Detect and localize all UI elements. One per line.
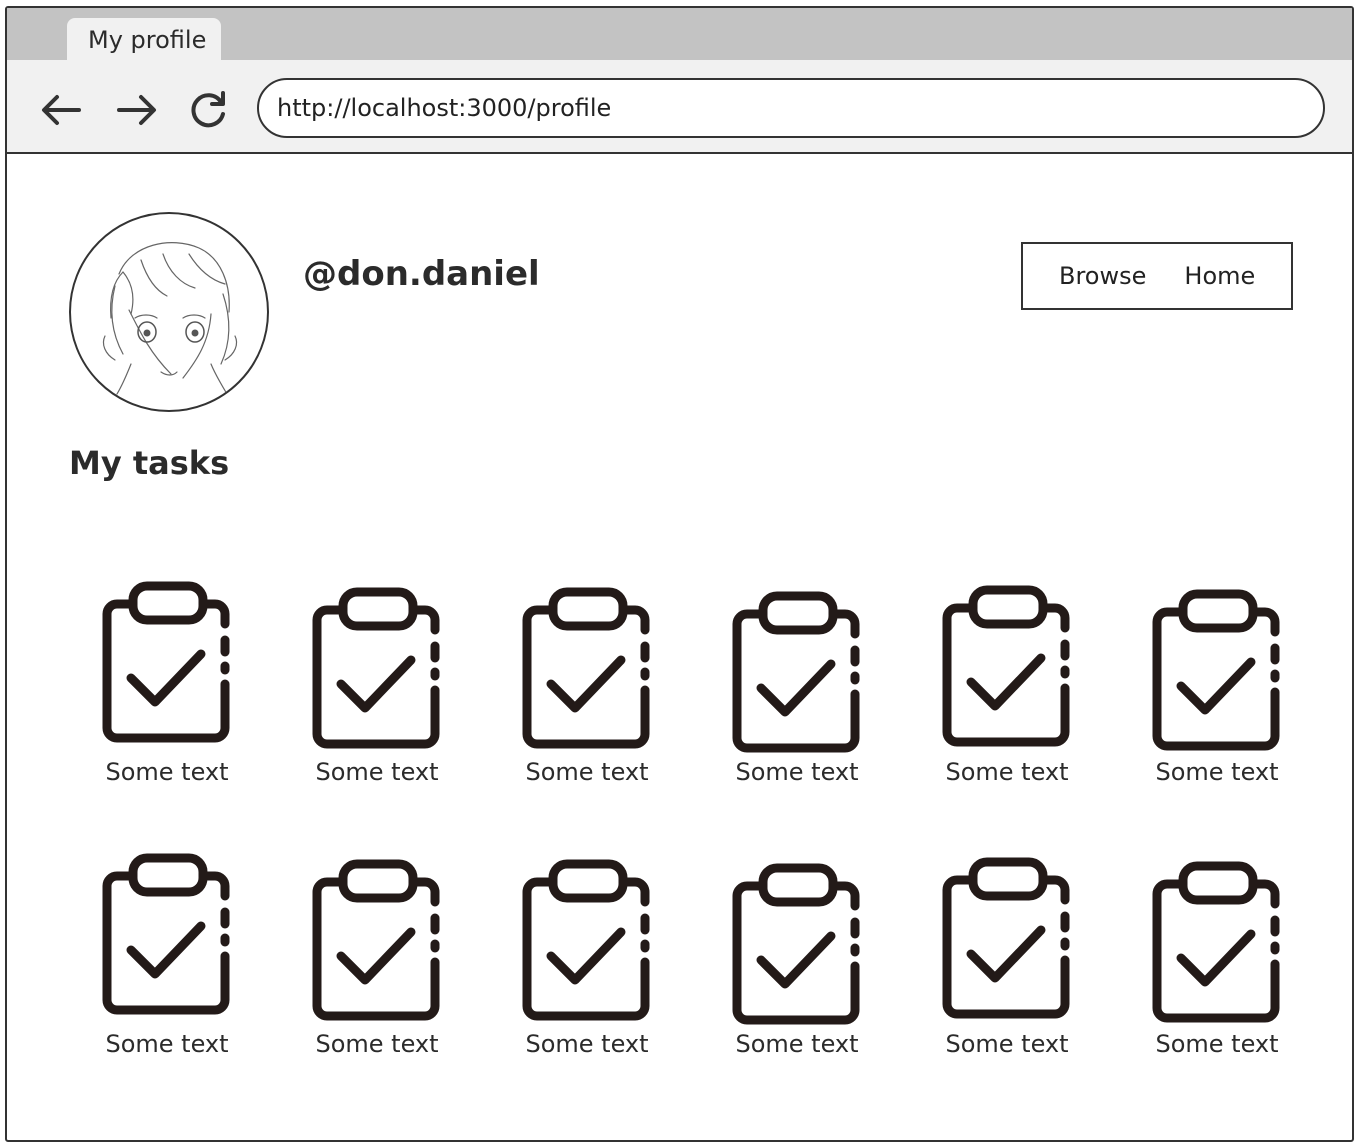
clipboard-check-icon bbox=[102, 581, 230, 743]
task-label: Some text bbox=[1155, 758, 1279, 786]
task-item[interactable]: Some text bbox=[927, 584, 1087, 804]
task-item[interactable]: Some text bbox=[1137, 588, 1297, 808]
task-item[interactable]: Some text bbox=[507, 586, 667, 806]
browser-window: My profile http://localhost:3000/profile bbox=[5, 6, 1354, 1142]
clipboard-check-icon bbox=[1152, 861, 1280, 1023]
reload-icon bbox=[191, 91, 225, 128]
reload-button[interactable] bbox=[185, 88, 233, 132]
task-label: Some text bbox=[105, 1030, 229, 1058]
avatar bbox=[69, 212, 269, 412]
clipboard-check-icon bbox=[312, 859, 440, 1021]
task-label: Some text bbox=[525, 758, 649, 786]
forward-button[interactable] bbox=[113, 88, 161, 132]
task-item[interactable]: Some text bbox=[87, 580, 247, 800]
task-label: Some text bbox=[525, 1030, 649, 1058]
task-label: Some text bbox=[735, 1030, 859, 1058]
back-button[interactable] bbox=[37, 88, 85, 132]
task-item[interactable]: Some text bbox=[507, 858, 667, 1078]
clipboard-check-icon bbox=[732, 863, 860, 1025]
task-label: Some text bbox=[1155, 1030, 1279, 1058]
profile-username: @don.daniel bbox=[303, 254, 540, 294]
clipboard-check-icon bbox=[942, 585, 1070, 747]
task-label: Some text bbox=[945, 758, 1069, 786]
nav-browse-link[interactable]: Browse bbox=[1059, 262, 1146, 290]
browser-toolbar: http://localhost:3000/profile bbox=[7, 60, 1352, 154]
clipboard-check-icon bbox=[522, 587, 650, 749]
task-item[interactable]: Some text bbox=[717, 862, 877, 1082]
task-item[interactable]: Some text bbox=[717, 590, 877, 810]
task-label: Some text bbox=[735, 758, 859, 786]
arrow-left-icon bbox=[42, 95, 81, 125]
task-item[interactable]: Some text bbox=[297, 858, 457, 1078]
clipboard-check-icon bbox=[522, 859, 650, 1021]
task-item[interactable]: Some text bbox=[927, 856, 1087, 1076]
clipboard-check-icon bbox=[732, 591, 860, 753]
nav-home-link[interactable]: Home bbox=[1184, 262, 1255, 290]
task-item[interactable]: Some text bbox=[87, 852, 247, 1072]
tab-bar: My profile bbox=[7, 8, 1352, 62]
task-item[interactable]: Some text bbox=[297, 586, 457, 806]
avatar-sketch-icon bbox=[102, 242, 238, 395]
task-label: Some text bbox=[315, 1030, 439, 1058]
clipboard-check-icon bbox=[1152, 589, 1280, 751]
clipboard-check-icon bbox=[312, 587, 440, 749]
clipboard-check-icon bbox=[102, 853, 230, 1015]
task-label: Some text bbox=[315, 758, 439, 786]
tab-my-profile[interactable]: My profile bbox=[67, 18, 221, 62]
task-label: Some text bbox=[105, 758, 229, 786]
arrow-right-icon bbox=[117, 95, 156, 125]
task-item[interactable]: Some text bbox=[1137, 860, 1297, 1080]
task-label: Some text bbox=[945, 1030, 1069, 1058]
section-title-my-tasks: My tasks bbox=[69, 444, 230, 482]
top-nav: Browse Home bbox=[1021, 242, 1293, 310]
url-input[interactable]: http://localhost:3000/profile bbox=[257, 78, 1325, 138]
page-content: @don.daniel Browse Home My tasks Some te… bbox=[7, 156, 1352, 1140]
clipboard-check-icon bbox=[942, 857, 1070, 1019]
